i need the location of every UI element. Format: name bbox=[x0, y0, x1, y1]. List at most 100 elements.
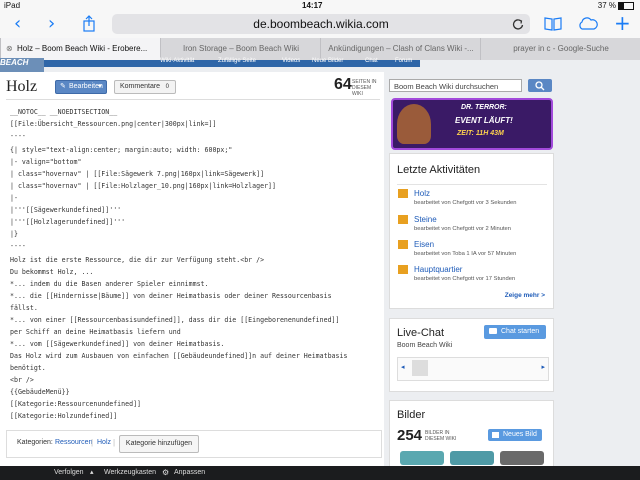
add-category-button[interactable]: Kategorie hinzufügen bbox=[119, 435, 199, 453]
forward-icon[interactable]: › bbox=[48, 14, 55, 34]
wikitext-line: {{GebäudeMenü}} bbox=[10, 388, 70, 396]
tab[interactable]: prayer in c - Google-Suche bbox=[480, 38, 640, 60]
gear-icon: ⚙ bbox=[162, 468, 170, 477]
image-count: 254 bbox=[397, 427, 423, 444]
nav-item[interactable]: Videos bbox=[282, 58, 300, 64]
activity-meta: bearbeitet von Chefgott vor 2 Minuten bbox=[414, 226, 511, 232]
clock: 14:17 bbox=[302, 1, 323, 10]
logo-text: BEACH bbox=[0, 58, 29, 67]
status-bar: iPad 14:17 37 % bbox=[0, 0, 640, 12]
wiki-search-input[interactable]: Boom Beach Wiki durchsuchen bbox=[389, 79, 522, 92]
comments-count: 0 bbox=[165, 84, 169, 90]
wikitext-line: [[Kategorie:Holzundefined]] bbox=[10, 412, 118, 420]
close-tab-icon[interactable]: ⊗ bbox=[6, 38, 13, 60]
activity-link[interactable]: Steine bbox=[414, 215, 437, 224]
chat-subtitle: Boom Beach Wiki bbox=[397, 342, 453, 349]
customize-button[interactable]: Anpassen bbox=[174, 469, 205, 476]
nav-item[interactable]: Zufällige Seite bbox=[218, 58, 256, 64]
wikitext-line: [[Kategorie:Ressourcenundefined]] bbox=[10, 400, 142, 408]
activity-card: Letzte Aktivitäten Holz bearbeitet von C… bbox=[389, 153, 554, 309]
activity-link[interactable]: Eisen bbox=[414, 240, 434, 249]
activity-title: Letzte Aktivitäten bbox=[397, 164, 481, 176]
follow-button[interactable]: Verfolgen bbox=[54, 469, 84, 476]
category-link[interactable]: Ressourcen bbox=[55, 439, 92, 446]
wikitext-line: __NOTOC__ __NOEDITSECTION__ bbox=[10, 108, 118, 116]
category-bar: Kategorien: Ressourcen | Holz | Kategori… bbox=[6, 430, 382, 458]
pencil-icon: ✎ bbox=[60, 83, 66, 90]
reload-icon[interactable] bbox=[512, 18, 524, 30]
site-nav: Wiki-Aktivität Zufällige Seite Videos Ne… bbox=[0, 58, 420, 67]
chat-users: ◂ ▸ bbox=[397, 357, 549, 381]
wikitext-line: |} bbox=[10, 230, 18, 238]
carousel-right-icon[interactable]: ▸ bbox=[541, 363, 545, 371]
nav-item[interactable]: Chat bbox=[365, 58, 378, 64]
back-icon[interactable]: ‹ bbox=[14, 14, 21, 34]
category-link[interactable]: Holz bbox=[97, 439, 111, 446]
comments-button[interactable]: Kommentare 0 bbox=[114, 80, 176, 94]
cloud-icon[interactable] bbox=[577, 16, 599, 37]
categories-label: Kategorien: bbox=[17, 439, 53, 446]
show-more-link[interactable]: Zeige mehr > bbox=[505, 292, 545, 299]
edit-activity-icon bbox=[398, 189, 408, 198]
activity-link[interactable]: Holz bbox=[414, 189, 430, 198]
tab-active[interactable]: ⊗ Holz – Boom Beach Wiki - Erobere... bbox=[0, 38, 160, 60]
battery-indicator: 37 % bbox=[598, 1, 634, 10]
new-image-button[interactable]: Neues Bild bbox=[488, 429, 542, 441]
activity-link[interactable]: Hauptquartier bbox=[414, 265, 462, 274]
wiki-logo[interactable]: BEACH bbox=[0, 58, 44, 72]
image-icon bbox=[492, 432, 499, 438]
wikitext-line: benötigt. bbox=[10, 364, 46, 372]
start-chat-label: Chat starten bbox=[501, 328, 540, 335]
avatar[interactable] bbox=[412, 360, 428, 376]
chevron-down-icon[interactable]: ▼ bbox=[97, 81, 103, 93]
images-title: Bilder bbox=[397, 409, 426, 421]
edit-activity-icon bbox=[398, 215, 408, 224]
event-banner[interactable]: DR. TERROR: EVENT LÄUFT! ZEIT: 11H 43M bbox=[391, 98, 553, 150]
page-count-label: SEITEN IN DIESEM WIKI bbox=[352, 79, 377, 97]
battery-percent: 37 % bbox=[597, 1, 616, 10]
page-count: 64 bbox=[334, 76, 352, 93]
thumbnail[interactable] bbox=[450, 451, 494, 465]
wikitext-line: <br /> bbox=[10, 376, 34, 384]
separator: | bbox=[113, 438, 116, 447]
banner-line: DR. TERROR: bbox=[461, 104, 507, 111]
thumbnail[interactable] bbox=[400, 451, 444, 465]
carousel-left-icon[interactable]: ◂ bbox=[401, 363, 405, 371]
search-button[interactable] bbox=[528, 79, 552, 92]
new-tab-icon[interactable]: + bbox=[614, 13, 631, 33]
start-chat-button[interactable]: Chat starten bbox=[484, 325, 546, 339]
wikitext-line: per Schiff an deine Heimatbasis liefern … bbox=[10, 328, 181, 336]
activity-meta: bearbeitet von Chefgott vor 3 Sekunden bbox=[414, 200, 517, 206]
separator: | bbox=[91, 438, 94, 447]
url-bar[interactable]: de.boombeach.wikia.com bbox=[112, 14, 530, 34]
page-title: Holz bbox=[6, 78, 38, 95]
nav-item[interactable]: Neue Bilder bbox=[312, 58, 343, 64]
wiki-toolbar: Verfolgen ▴ Werkzeugkasten ⚙ Anpassen bbox=[0, 466, 640, 480]
wikitext-line: | class="hovernav" | [[File:Sägewerk 7.p… bbox=[10, 170, 265, 178]
activity-meta: bearbeitet von Toba 1 IA vor 57 Minuten bbox=[414, 251, 517, 257]
thumbnail[interactable] bbox=[500, 451, 544, 465]
activity-meta: bearbeitet von Chefgott vor 17 Stunden bbox=[414, 276, 516, 282]
tab[interactable]: Iron Storage – Boom Beach Wiki bbox=[160, 38, 321, 60]
wikitext-line: |'''[[Holzlagerundefined]]''' bbox=[10, 218, 126, 226]
wikitext-line: *... die [[Hindernisse|Bäume]] von deine… bbox=[10, 292, 332, 300]
wikitext-line: ---- bbox=[10, 132, 26, 140]
tab-label[interactable]: Holz – Boom Beach Wiki - Erobere... bbox=[17, 44, 147, 53]
wikitext-line: *... von einer [[Ressourcenbasisundefine… bbox=[10, 316, 340, 324]
wikitext-line: |'''[[Sägewerkundefined]]''' bbox=[10, 206, 122, 214]
wikitext-line: *... indem du die Basen anderer Spieler … bbox=[10, 280, 209, 288]
url-text[interactable]: de.boombeach.wikia.com bbox=[112, 17, 530, 31]
wikitext-line: Das Holz wird zum Ausbauen von einfachen… bbox=[10, 352, 348, 360]
bookmarks-icon[interactable] bbox=[544, 16, 562, 37]
image-count-label: BILDER IN DIESEM WIKI bbox=[425, 430, 457, 442]
toolbox-button[interactable]: Werkzeugkasten bbox=[104, 469, 156, 476]
chevron-up-icon: ▴ bbox=[90, 469, 94, 476]
wikitext-line: |- valign="bottom" bbox=[10, 158, 82, 166]
tab[interactable]: Ankündigungen – Clash of Clans Wiki -... bbox=[320, 38, 481, 60]
wikitext-line: |- bbox=[10, 194, 18, 202]
edit-button[interactable]: ✎ Bearbeiten ▼ bbox=[55, 80, 107, 94]
wikitext-line: Du bekommst Holz, ... bbox=[10, 268, 94, 276]
nav-item[interactable]: Forum bbox=[395, 58, 412, 64]
share-icon[interactable] bbox=[82, 15, 96, 33]
nav-item[interactable]: Wiki-Aktivität bbox=[160, 58, 194, 64]
